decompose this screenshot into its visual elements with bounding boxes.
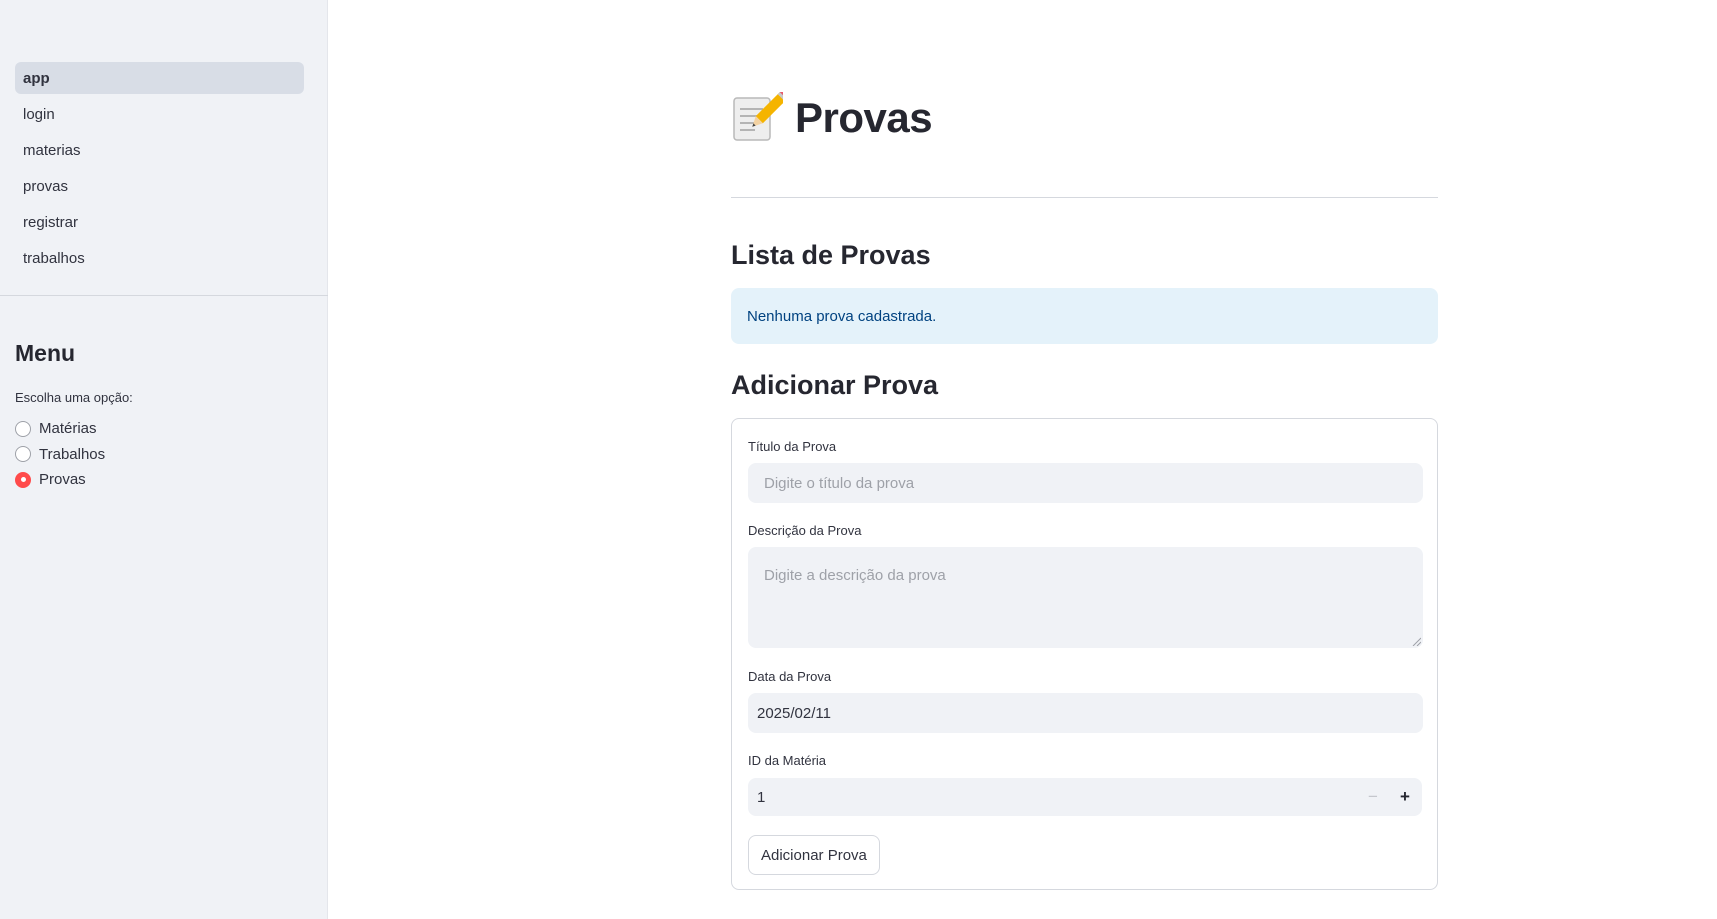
sidebar-item-registrar[interactable]: registrar	[15, 206, 304, 238]
add-exam-form: Título da Prova Digite o título da prova…	[731, 418, 1438, 890]
list-heading: Lista de Provas	[731, 240, 931, 270]
sidebar-divider	[0, 295, 328, 296]
empty-info-alert: Nenhuma prova cadastrada.	[731, 288, 1438, 344]
date-input[interactable]: 2025/02/11	[748, 693, 1423, 733]
page-title-text: Provas	[795, 94, 933, 141]
title-input[interactable]: Digite o título da prova	[748, 463, 1423, 503]
add-heading: Adicionar Prova	[731, 370, 939, 400]
sidebar-item-trabalhos[interactable]: trabalhos	[15, 242, 304, 274]
radio-option-trabalhos[interactable]: Trabalhos	[15, 442, 105, 468]
description-field-label: Descrição da Prova	[748, 523, 862, 538]
description-textarea[interactable]: Digite a descrição da prova	[748, 547, 1423, 648]
sidebar-item-login[interactable]: login	[15, 98, 304, 130]
radio-option-label: Provas	[39, 471, 86, 489]
title-divider	[731, 197, 1438, 198]
title-field-label: Título da Prova	[748, 439, 837, 454]
subject-id-field-label: ID da Matéria	[748, 753, 827, 768]
radio-option-materias[interactable]: Matérias	[15, 416, 105, 442]
description-placeholder: Digite a descrição da prova	[764, 567, 946, 584]
radio-group-label: Escolha uma opção:	[15, 390, 133, 405]
menu-title: Menu	[15, 340, 76, 366]
decrement-button[interactable]: −	[1358, 778, 1388, 816]
memo-pencil-icon	[731, 88, 791, 144]
radio-option-label: Trabalhos	[39, 445, 106, 463]
radio-option-provas[interactable]: Provas	[15, 467, 105, 493]
subject-id-value[interactable]: 1	[757, 789, 765, 806]
sidebar: app login materias provas registrar trab…	[0, 0, 328, 919]
radio-button-selected[interactable]	[15, 471, 31, 488]
page-title: Provas	[731, 88, 933, 144]
subject-id-number-input[interactable]: 1 − +	[748, 778, 1422, 816]
resize-handle-icon[interactable]	[1411, 636, 1421, 646]
sidebar-item-provas[interactable]: provas	[15, 170, 304, 202]
date-field-label: Data da Prova	[748, 669, 832, 684]
increment-button[interactable]: +	[1390, 778, 1420, 816]
radio-option-label: Matérias	[39, 420, 97, 438]
add-exam-button[interactable]: Adicionar Prova	[748, 835, 880, 875]
radio-button[interactable]	[15, 446, 31, 463]
sidebar-item-app[interactable]: app	[15, 62, 304, 94]
sidebar-nav: app login materias provas registrar trab…	[15, 62, 304, 278]
sidebar-item-materias[interactable]: materias	[15, 134, 304, 166]
empty-info-text: Nenhuma prova cadastrada.	[747, 307, 937, 325]
radio-button[interactable]	[15, 420, 31, 437]
radio-group: Matérias Trabalhos Provas	[15, 416, 105, 493]
